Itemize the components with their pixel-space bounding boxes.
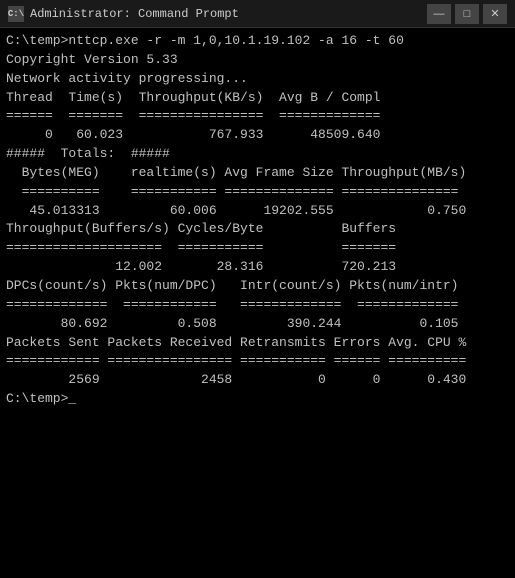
title-bar-left: C:\ Administrator: Command Prompt: [8, 6, 239, 22]
cmd-icon-text: C:\: [8, 9, 24, 19]
cmd-icon: C:\: [8, 6, 24, 22]
minimize-button[interactable]: —: [427, 4, 451, 24]
terminal-line: ========== =========== ============== ==…: [6, 183, 509, 202]
title-bar: C:\ Administrator: Command Prompt — □ ✕: [0, 0, 515, 28]
maximize-button[interactable]: □: [455, 4, 479, 24]
terminal-line: ==================== =========== =======: [6, 239, 509, 258]
close-button[interactable]: ✕: [483, 4, 507, 24]
terminal-line: ##### Totals: #####: [6, 145, 509, 164]
window-controls: — □ ✕: [427, 4, 507, 24]
terminal-line: Packets Sent Packets Received Retransmit…: [6, 334, 509, 353]
terminal-line: 2569 2458 0 0 0.430: [6, 371, 509, 390]
terminal-line: 80.692 0.508 390.244 0.105: [6, 315, 509, 334]
terminal-line: ============ ================ ==========…: [6, 352, 509, 371]
terminal-line: 45.013313 60.006 19202.555 0.750: [6, 202, 509, 221]
terminal-line: Bytes(MEG) realtime(s) Avg Frame Size Th…: [6, 164, 509, 183]
terminal-line: Throughput(Buffers/s) Cycles/Byte Buffer…: [6, 220, 509, 239]
terminal-line: Network activity progressing...: [6, 70, 509, 89]
terminal-line: 12.002 28.316 720.213: [6, 258, 509, 277]
terminal-output: C:\temp>nttcp.exe -r -m 1,0,10.1.19.102 …: [0, 28, 515, 578]
terminal-line: C:\temp>nttcp.exe -r -m 1,0,10.1.19.102 …: [6, 32, 509, 51]
terminal-line: ============= ============ =============…: [6, 296, 509, 315]
terminal-line: 0 60.023 767.933 48509.640: [6, 126, 509, 145]
terminal-line: Copyright Version 5.33: [6, 51, 509, 70]
window-title: Administrator: Command Prompt: [30, 7, 239, 21]
terminal-line: C:\temp>_: [6, 390, 509, 409]
terminal-line: DPCs(count/s) Pkts(num/DPC) Intr(count/s…: [6, 277, 509, 296]
terminal-line: Thread Time(s) Throughput(KB/s) Avg B / …: [6, 89, 509, 108]
terminal-line: ====== ======= ================ ========…: [6, 107, 509, 126]
